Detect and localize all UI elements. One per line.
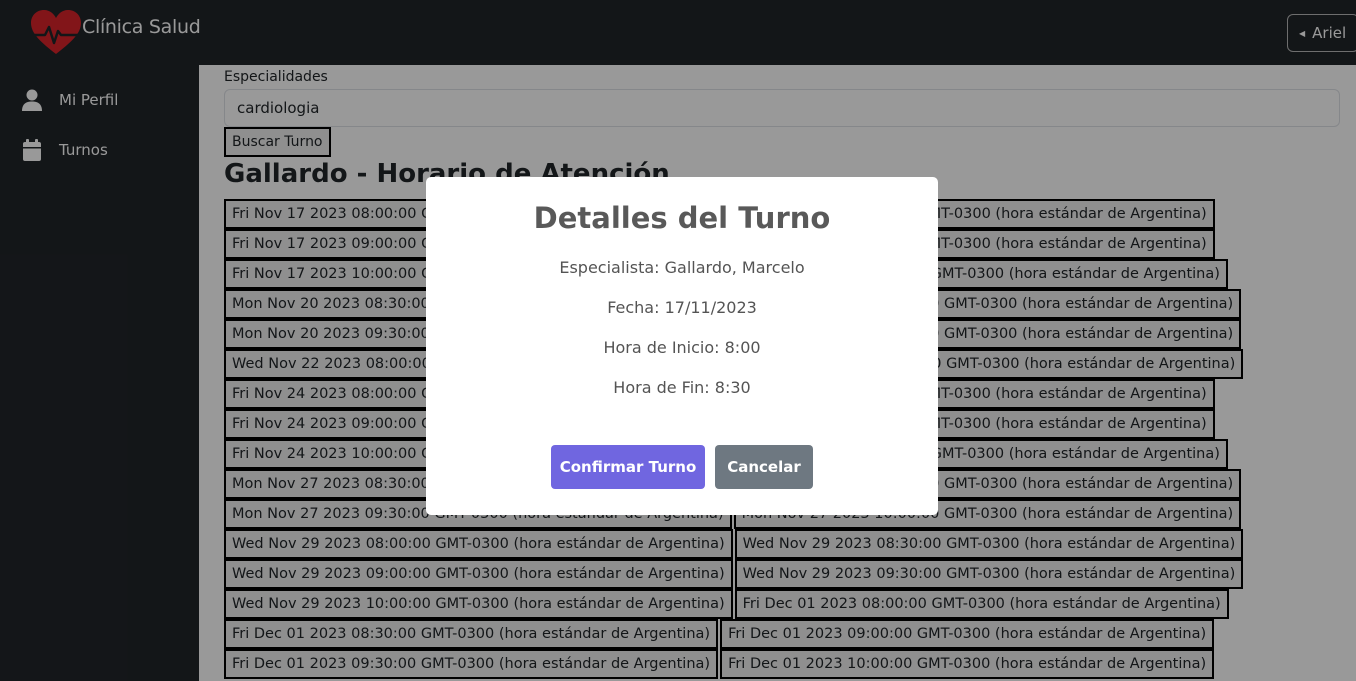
end-time-text: Hora de Fin: 8:30: [613, 378, 751, 397]
specialist-text: Especialista: Gallardo, Marcelo: [559, 258, 805, 277]
modal-title: Detalles del Turno: [533, 201, 831, 235]
confirm-turn-button[interactable]: Confirmar Turno: [551, 445, 705, 489]
turn-details-modal: Detalles del Turno Especialista: Gallard…: [426, 177, 938, 515]
start-time-text: Hora de Inicio: 8:00: [603, 338, 761, 357]
cancel-button[interactable]: Cancelar: [715, 445, 813, 489]
date-text: Fecha: 17/11/2023: [607, 298, 757, 317]
